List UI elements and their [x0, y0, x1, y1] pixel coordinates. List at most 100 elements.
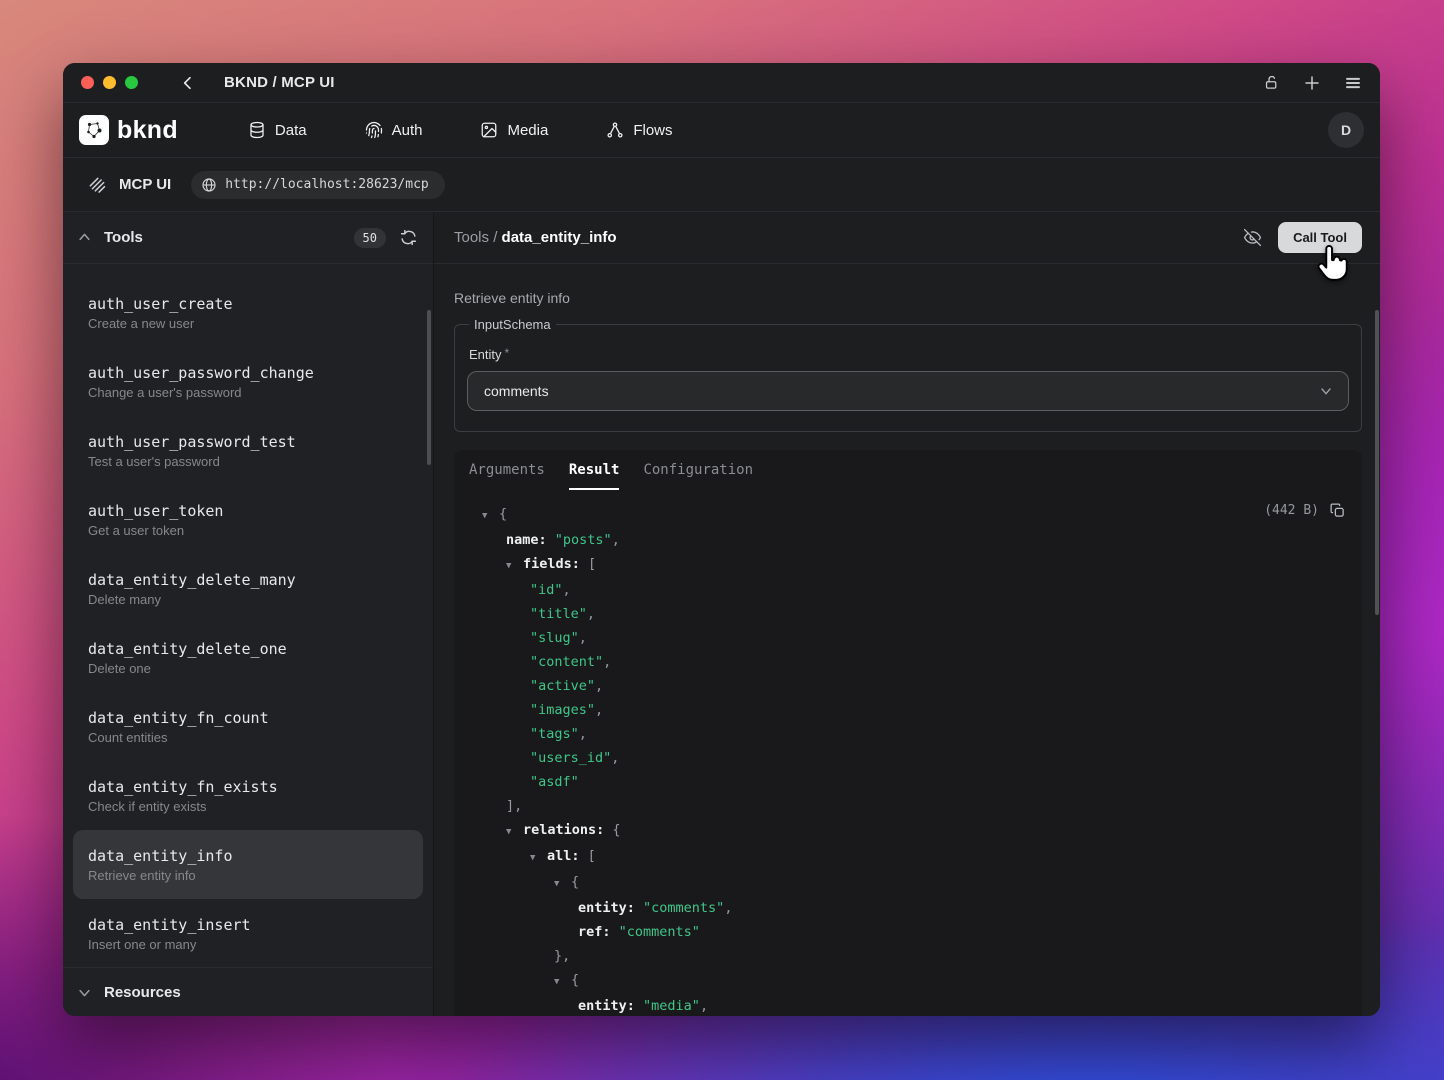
json-line: entity: "media",	[468, 994, 1346, 1016]
nav-label: Auth	[392, 122, 423, 139]
collapse-toggle-icon[interactable]: ▼	[506, 820, 523, 844]
nav-item-auth[interactable]: Auth	[365, 121, 423, 139]
collapse-toggle-icon[interactable]: ▼	[554, 970, 571, 994]
json-lines: ▼{name: "posts",▼fields: ["id","title","…	[468, 502, 1346, 1016]
json-line: },	[468, 944, 1346, 968]
nav-item-data[interactable]: Data	[248, 121, 307, 139]
tab-result[interactable]: Result	[569, 450, 620, 490]
result-tabs: Arguments Result Configuration	[454, 450, 1362, 490]
user-avatar[interactable]: D	[1328, 112, 1364, 148]
fingerprint-icon	[365, 121, 383, 139]
tool-description: Retrieve entity info	[88, 868, 407, 883]
bknd-logo-icon	[79, 115, 109, 145]
breadcrumb: Tools / data_entity_info	[454, 229, 617, 246]
json-line: "tags",	[468, 722, 1346, 746]
tool-name: auth_user_password_change	[88, 364, 417, 382]
tool-description: Count entities	[88, 730, 417, 745]
back-icon[interactable]	[180, 75, 196, 91]
tool-detail-panel: Tools / data_entity_info Call Tool Retri…	[434, 212, 1380, 1016]
entity-select[interactable]: comments	[467, 371, 1349, 411]
entity-select-value: comments	[484, 383, 549, 399]
tool-name: data_entity_insert	[88, 916, 417, 934]
call-tool-button[interactable]: Call Tool	[1278, 222, 1362, 253]
tool-name: data_entity_delete_one	[88, 640, 417, 658]
tool-name: auth_user_create	[88, 295, 417, 313]
entity-field-label: Entity*	[469, 346, 1349, 362]
brand-logo[interactable]: bknd	[79, 115, 178, 145]
breadcrumb-section[interactable]: Tools	[454, 229, 489, 246]
image-icon	[480, 121, 498, 139]
nav-label: Media	[507, 122, 548, 139]
tab-configuration[interactable]: Configuration	[643, 450, 753, 490]
json-result-viewer: (442 B) ▼{name: "posts",▼fields: ["id","…	[454, 490, 1362, 1016]
resources-section-header[interactable]: Resources	[63, 967, 433, 1016]
app-window: BKND / MCP UI bknd Data	[63, 63, 1380, 1016]
database-icon	[248, 121, 266, 139]
tool-description: Test a user's password	[88, 454, 417, 469]
chevron-up-icon	[77, 230, 92, 245]
tool-description: Retrieve entity info	[434, 264, 1380, 306]
nav-item-flows[interactable]: Flows	[606, 121, 672, 139]
globe-icon	[201, 177, 217, 193]
resources-header-label: Resources	[104, 984, 181, 1001]
tools-header-label: Tools	[104, 229, 143, 246]
tool-list-item-auth_user_token[interactable]: auth_user_token Get a user token	[63, 485, 433, 554]
close-window-button[interactable]	[81, 76, 94, 89]
server-url-pill[interactable]: http://localhost:28623/mcp	[191, 171, 445, 199]
nav-item-media[interactable]: Media	[480, 121, 548, 139]
json-line: ▼{	[468, 502, 1346, 528]
tool-list-item-data_entity_fn_exists[interactable]: data_entity_fn_exists Check if entity ex…	[63, 761, 433, 830]
tool-description: Delete one	[88, 661, 417, 676]
mcp-stripes-icon	[87, 175, 107, 195]
window-scrollbar[interactable]	[1375, 310, 1379, 615]
tool-name: data_entity_fn_count	[88, 709, 417, 727]
required-mark: *	[505, 346, 510, 360]
json-line: entity: "comments",	[468, 896, 1346, 920]
app-nav-bar: bknd Data Auth Media Flows D	[63, 103, 1380, 158]
eye-off-icon[interactable]	[1243, 228, 1262, 247]
json-line: "active",	[468, 674, 1346, 698]
tool-description: Create a new user	[88, 316, 417, 331]
tool-list-item-data_entity_info[interactable]: data_entity_info Retrieve entity info	[73, 830, 423, 899]
breadcrumb-current: data_entity_info	[502, 229, 617, 246]
tool-description: Change a user's password	[88, 385, 417, 400]
title-bar: BKND / MCP UI	[63, 63, 1380, 103]
tool-description: Check if entity exists	[88, 799, 417, 814]
json-line: ▼all: [	[468, 844, 1346, 870]
zoom-window-button[interactable]	[125, 76, 138, 89]
minimize-window-button[interactable]	[103, 76, 116, 89]
nav-label: Flows	[633, 122, 672, 139]
tool-list-item-auth_user_password_test[interactable]: auth_user_password_test Test a user's pa…	[63, 416, 433, 485]
copy-icon[interactable]	[1329, 502, 1346, 519]
tool-list-item-auth_user_password_change[interactable]: auth_user_password_change Change a user'…	[63, 347, 433, 416]
new-tab-icon[interactable]	[1303, 74, 1321, 92]
json-line: "id",	[468, 578, 1346, 602]
menu-icon[interactable]	[1344, 74, 1362, 92]
tool-list-item-data_entity_insert[interactable]: data_entity_insert Insert one or many	[63, 899, 433, 967]
tools-section-header[interactable]: Tools 50	[63, 212, 433, 264]
collapse-toggle-icon[interactable]: ▼	[554, 872, 571, 896]
json-line: ],	[468, 794, 1346, 818]
tab-arguments[interactable]: Arguments	[469, 450, 545, 490]
result-card: Arguments Result Configuration (442 B) ▼…	[454, 450, 1362, 1016]
refresh-icon[interactable]	[400, 229, 417, 246]
lock-open-icon[interactable]	[1263, 74, 1280, 91]
tool-list-item-data_entity_delete_one[interactable]: data_entity_delete_one Delete one	[63, 623, 433, 692]
input-schema-fieldset: InputSchema Entity* comments	[454, 317, 1362, 432]
collapse-toggle-icon[interactable]: ▼	[482, 504, 499, 528]
json-line: name: "posts",	[468, 528, 1346, 552]
tool-name: data_entity_info	[88, 847, 407, 865]
sidebar-scrollbar[interactable]	[427, 310, 431, 465]
tool-list-item-data_entity_fn_count[interactable]: data_entity_fn_count Count entities	[63, 692, 433, 761]
tool-list-item-data_entity_delete_many[interactable]: data_entity_delete_many Delete many	[63, 554, 433, 623]
tool-name: auth_user_token	[88, 502, 417, 520]
tool-name: auth_user_password_test	[88, 433, 417, 451]
tool-list-item-auth_user_create[interactable]: auth_user_create Create a new user	[63, 278, 433, 347]
brand-name: bknd	[117, 116, 178, 145]
workflow-icon	[606, 121, 624, 139]
json-line: ▼relations: {	[468, 818, 1346, 844]
collapse-toggle-icon[interactable]: ▼	[506, 554, 523, 578]
json-line: ▼{	[468, 870, 1346, 896]
tool-description: Delete many	[88, 592, 417, 607]
collapse-toggle-icon[interactable]: ▼	[530, 846, 547, 870]
